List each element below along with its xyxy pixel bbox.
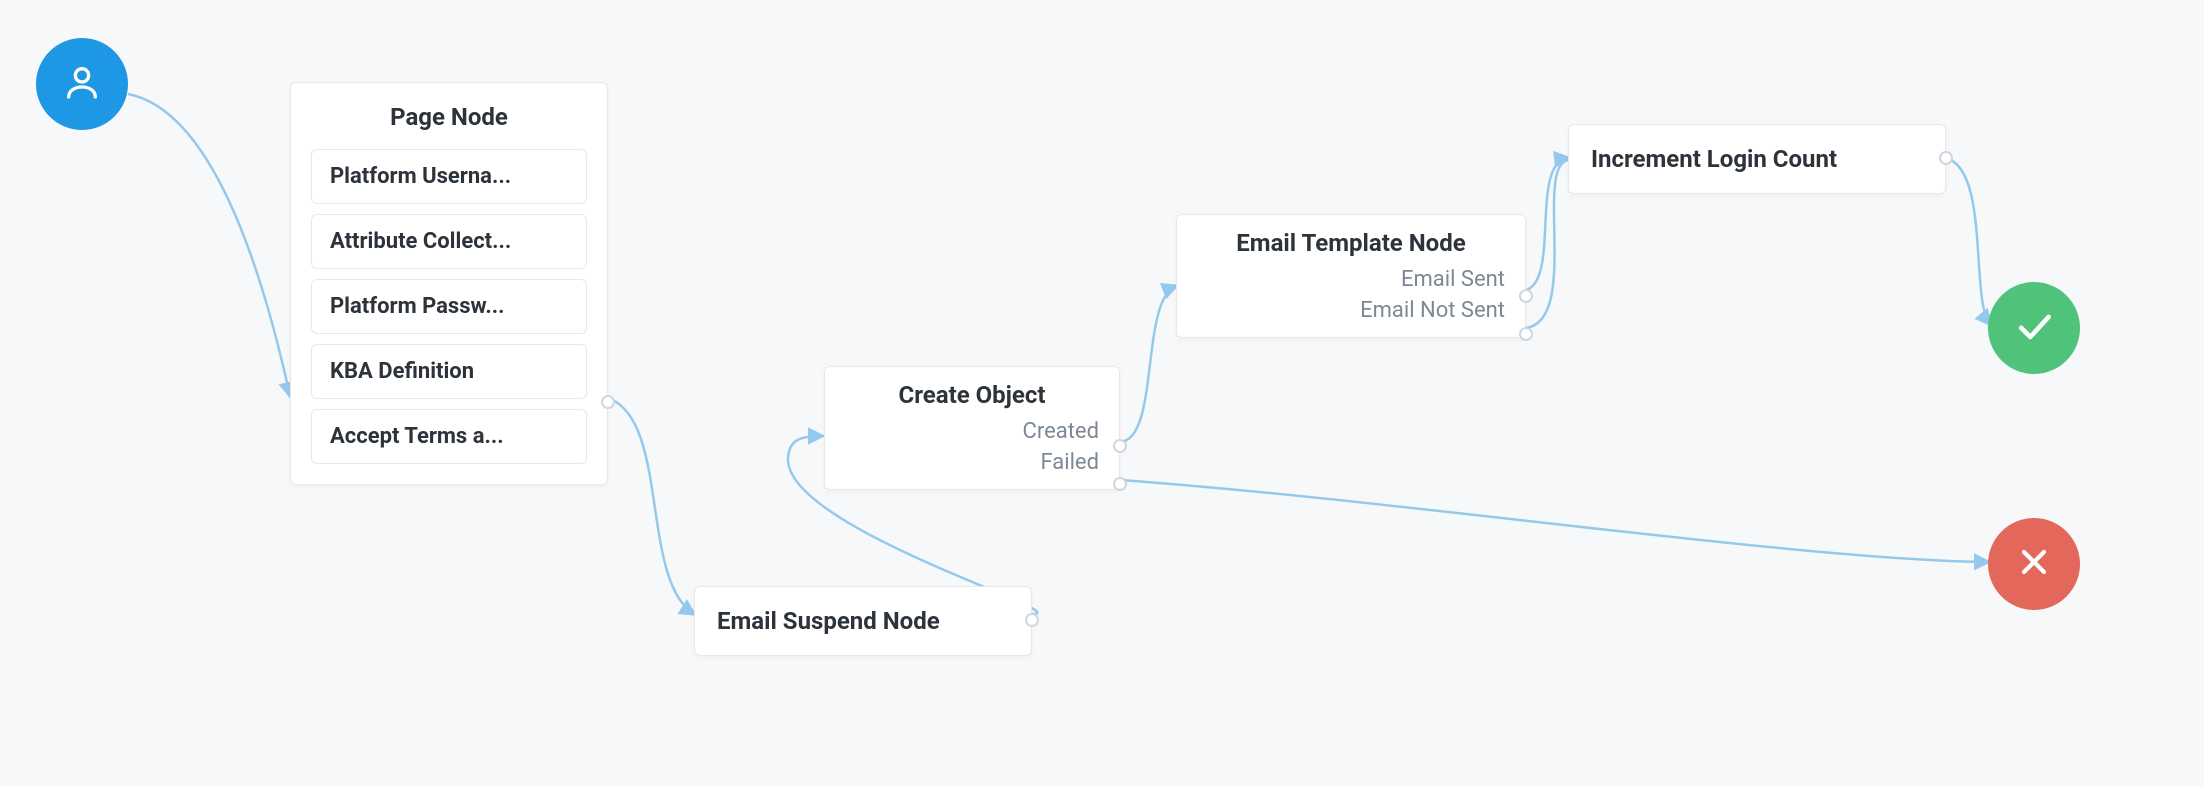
page-node-item[interactable]: Accept Terms a... — [311, 409, 587, 464]
page-node-item[interactable]: Platform Passw... — [311, 279, 587, 334]
output-port-created[interactable] — [1113, 439, 1127, 453]
outcome-created[interactable]: Created — [1023, 419, 1099, 444]
page-node[interactable]: Page Node Platform Userna... Attribute C… — [290, 82, 608, 485]
connector-created-to-emailtemplate — [1120, 286, 1176, 442]
output-port[interactable] — [601, 395, 615, 409]
page-node-items: Platform Userna... Attribute Collect... … — [311, 149, 587, 464]
outcome-list: Created Failed — [843, 419, 1101, 475]
node-title: Create Object — [843, 381, 1101, 409]
node-title: Email Template Node — [1195, 229, 1507, 257]
increment-login-node[interactable]: Increment Login Count — [1568, 124, 1946, 194]
output-port-not-sent[interactable] — [1519, 327, 1533, 341]
output-port-sent[interactable] — [1519, 289, 1533, 303]
outcome-email-not-sent[interactable]: Email Not Sent — [1360, 298, 1505, 323]
output-port-failed[interactable] — [1113, 477, 1127, 491]
connector-emailnotsent-to-increment — [1526, 160, 1568, 328]
page-node-item[interactable]: Attribute Collect... — [311, 214, 587, 269]
output-port[interactable] — [1025, 613, 1039, 627]
email-suspend-node[interactable]: Email Suspend Node — [694, 586, 1032, 656]
connector-increment-to-success — [1946, 158, 1990, 324]
check-icon — [2012, 304, 2056, 352]
start-node[interactable] — [36, 38, 128, 130]
page-node-item[interactable]: KBA Definition — [311, 344, 587, 399]
node-title: Page Node — [311, 103, 587, 131]
page-node-item[interactable]: Platform Userna... — [311, 149, 587, 204]
failure-node[interactable] — [1988, 518, 2080, 610]
output-port[interactable] — [1939, 151, 1953, 165]
connector-failed-to-failure — [1120, 480, 1988, 562]
create-object-node[interactable]: Create Object Created Failed — [824, 366, 1120, 490]
outcome-failed[interactable]: Failed — [1040, 450, 1099, 475]
success-node[interactable] — [1988, 282, 2080, 374]
node-title: Email Suspend Node — [717, 607, 1009, 635]
connector-start-to-pagenode — [128, 94, 290, 396]
user-icon — [62, 62, 102, 106]
outcome-list: Email Sent Email Not Sent — [1195, 267, 1507, 323]
outcome-email-sent[interactable]: Email Sent — [1401, 267, 1505, 292]
connector-pagenode-to-emailsuspend — [608, 398, 694, 614]
email-template-node[interactable]: Email Template Node Email Sent Email Not… — [1176, 214, 1526, 338]
x-icon — [2014, 542, 2054, 586]
connector-emailsent-to-increment — [1526, 158, 1568, 290]
node-title: Increment Login Count — [1591, 145, 1923, 173]
